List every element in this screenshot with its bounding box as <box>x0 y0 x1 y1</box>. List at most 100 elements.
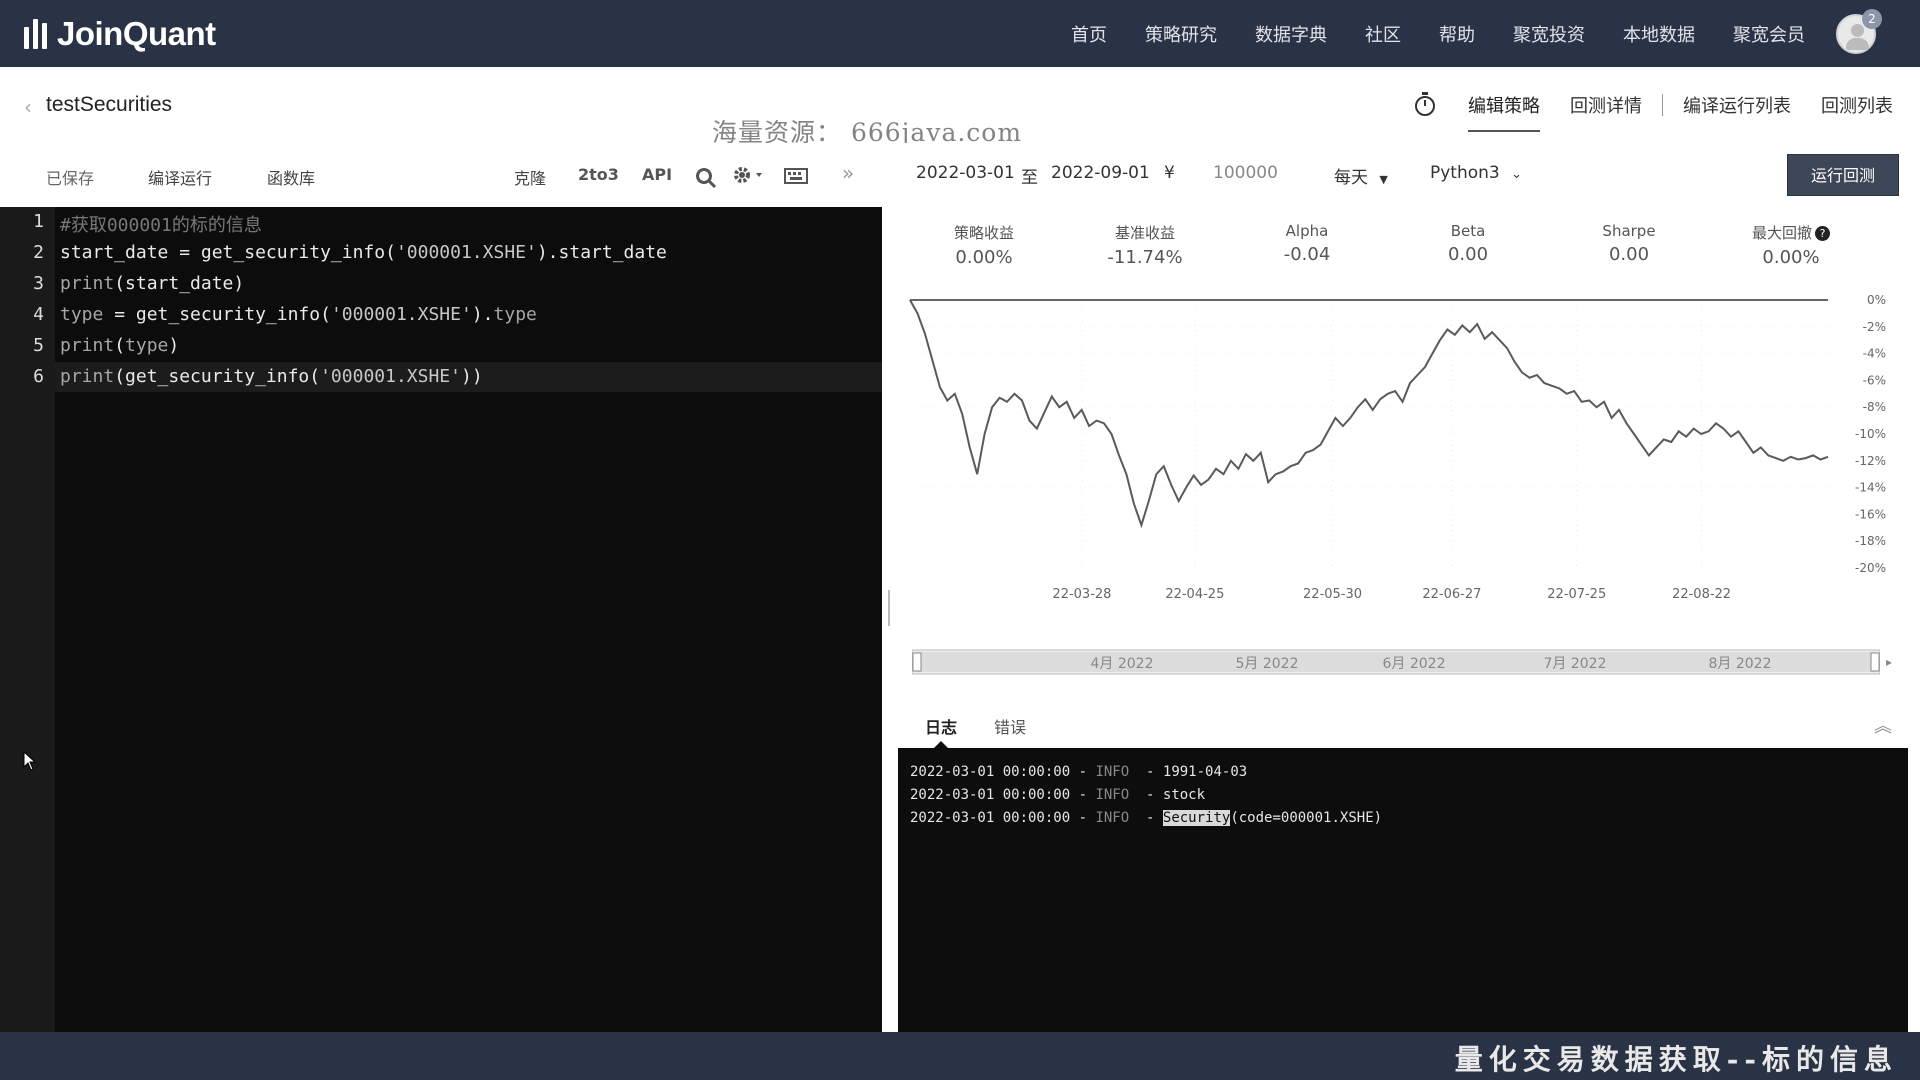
code-token: )) <box>460 366 483 387</box>
code-line-1[interactable]: #获取000001的标的信息 <box>60 211 262 237</box>
nav-strategy-research[interactable]: 策略研究 <box>1145 21 1217 47</box>
tab-log[interactable]: 日志 <box>925 714 957 738</box>
run-backtest-button[interactable]: 运行回测 <box>1787 154 1899 196</box>
chart-resize-handle[interactable] <box>888 590 890 626</box>
range-handle-right[interactable] <box>1870 652 1880 672</box>
log-message: (code=000001.XSHE) <box>1230 810 1383 826</box>
saved-status: 已保存 <box>46 169 95 188</box>
slider-month-label: 6月 2022 <box>1383 656 1446 672</box>
code-line-2[interactable]: start_date = get_security_info('000001.X… <box>60 242 667 263</box>
frequency-select[interactable]: 每天 ▼ <box>1334 163 1388 188</box>
joinquant-logo[interactable]: JoinQuant <box>24 14 216 54</box>
code-editor[interactable]: 1 2 3 4 5 6 #获取000001的标的信息 start_date = … <box>0 207 882 1032</box>
stat-label: Beta <box>1450 222 1486 240</box>
code-token: ).start_date <box>536 242 667 263</box>
code-token: = get_security_info( <box>103 304 331 325</box>
stat-value: -11.74% <box>1107 247 1183 268</box>
end-date-field[interactable]: 2022-09-01 <box>1051 163 1150 183</box>
nav-joinquant-invest[interactable]: 聚宽投资 <box>1513 21 1585 47</box>
log-message: 1991-04-03 <box>1162 764 1248 780</box>
bottom-caption-bar: 量化交易数据获取--标的信息 <box>0 1032 1920 1080</box>
y-tick-label: -12% <box>1855 454 1886 468</box>
date-range-slider[interactable]: 4月 2022 5月 2022 6月 2022 7月 2022 8月 2022 <box>912 648 1880 678</box>
tab-backtest-list[interactable]: 回测列表 <box>1821 92 1893 118</box>
nav-membership[interactable]: 聚宽会员 <box>1733 21 1805 47</box>
brand-name: JoinQuant <box>57 15 216 52</box>
2to3-button[interactable]: 2to3 <box>578 165 619 184</box>
start-date-field[interactable]: 2022-03-01 <box>916 163 1015 183</box>
api-button[interactable]: API <box>642 165 672 184</box>
nav-home[interactable]: 首页 <box>1071 21 1107 47</box>
code-token: (get_security_info( <box>114 366 321 387</box>
python-version-value: Python3 <box>1430 163 1500 183</box>
code-line-3[interactable]: print(start_date) <box>60 273 244 294</box>
code-token: start_date = get_security_info( <box>60 242 396 263</box>
stat-label-text: 最大回撤 <box>1751 224 1812 242</box>
line-number: 4 <box>33 304 44 325</box>
log-level: INFO <box>1095 810 1130 826</box>
y-tick-label: -8% <box>1863 400 1886 414</box>
main-nav: 首页 策略研究 数据字典 社区 帮助 聚宽投资 本地数据 聚宽会员 <box>1071 0 1805 67</box>
caret-down-icon: ▼ <box>1379 173 1388 186</box>
capital-input[interactable]: 100000 <box>1213 163 1278 183</box>
stopwatch-icon[interactable] <box>1413 91 1437 117</box>
gear-icon[interactable] <box>732 165 764 187</box>
range-handle-left[interactable] <box>912 652 922 672</box>
question-circle-icon[interactable]: ? <box>1815 226 1830 241</box>
slider-scroll-arrow-icon[interactable]: ▸ <box>1886 655 1892 669</box>
function-library-button[interactable]: 函数库 <box>267 165 315 189</box>
backtest-return-chart[interactable]: 0% -2% -4% -6% -8% -10% -12% -14% -16% -18% -20% 2… <box>890 280 1920 620</box>
double-chevron-up-icon[interactable]: ︽ <box>1874 712 1892 738</box>
top-nav-bar: JoinQuant 首页 策略研究 数据字典 社区 帮助 聚宽投资 本地数据 聚… <box>0 0 1920 67</box>
compile-run-button[interactable]: 编译运行 <box>148 165 212 189</box>
log-separator: - <box>1129 810 1163 826</box>
clone-button[interactable]: 克隆 <box>514 165 546 189</box>
code-line-6[interactable]: print(get_security_info('000001.XSHE')) <box>60 366 483 387</box>
log-output-panel[interactable]: 2022-03-01 00:00:00 - INFO - 1991-04-03 … <box>898 748 1908 1032</box>
x-tick-label: 22-04-25 <box>1165 587 1224 602</box>
tab-edit-strategy[interactable]: 编辑策略 <box>1468 92 1540 132</box>
active-tab-indicator <box>934 741 948 748</box>
tab-error[interactable]: 错误 <box>994 714 1026 738</box>
code-line-4[interactable]: type = get_security_info('000001.XSHE').… <box>60 304 537 325</box>
x-tick-label: 22-05-30 <box>1303 587 1362 602</box>
log-line: 2022-03-01 00:00:00 - INFO - 1991-04-03 <box>910 764 1247 780</box>
y-tick-label: -18% <box>1855 534 1886 548</box>
y-tick-label: -6% <box>1863 373 1886 387</box>
tab-compile-run-list[interactable]: 编译运行列表 <box>1683 92 1791 118</box>
stat-label: 基准收益 <box>1114 224 1175 242</box>
stat-value: 0.00 <box>1447 244 1489 265</box>
collapse-panel-icon[interactable]: » <box>842 161 854 185</box>
stat-value: -0.04 <box>1283 244 1331 265</box>
code-string: '000001.XSHE' <box>395 242 537 263</box>
stat-sharpe: Sharpe 0.00 <box>1569 222 1689 265</box>
log-timestamp: 2022-03-01 00:00:00 <box>910 810 1071 826</box>
y-tick-label: -14% <box>1855 481 1886 495</box>
nav-data-dictionary[interactable]: 数据字典 <box>1255 21 1327 47</box>
keyboard-icon[interactable] <box>784 168 808 184</box>
chevron-left-icon[interactable]: ‹ <box>24 95 32 119</box>
frequency-value: 每天 <box>1334 168 1368 188</box>
code-line-5[interactable]: print(type) <box>60 335 179 356</box>
nav-help[interactable]: 帮助 <box>1439 21 1475 47</box>
tab-backtest-detail[interactable]: 回测详情 <box>1570 92 1642 118</box>
nav-local-data[interactable]: 本地数据 <box>1623 21 1695 47</box>
code-keyword: print <box>60 366 115 387</box>
x-axis-ticks: 22-03-28 22-04-25 22-05-30 22-06-27 22-07-25… <box>1052 587 1731 602</box>
search-icon[interactable] <box>695 167 717 189</box>
log-separator: - <box>1129 787 1163 803</box>
nav-community[interactable]: 社区 <box>1365 21 1401 47</box>
python-version-select[interactable]: Python3 ⌄ <box>1430 163 1522 183</box>
notification-badge[interactable]: 2 <box>1862 9 1882 29</box>
log-separator: - <box>1070 810 1096 826</box>
strategy-title[interactable]: testSecurities <box>46 93 172 117</box>
stat-alpha: Alpha -0.04 <box>1247 222 1367 265</box>
stat-label: 最大回撤? <box>1731 222 1851 243</box>
log-level: INFO <box>1095 764 1130 780</box>
slider-month-label: 5月 2022 <box>1236 656 1299 672</box>
line-number: 5 <box>33 335 44 356</box>
log-selected-text: Security <box>1162 810 1231 826</box>
log-separator: - <box>1129 764 1163 780</box>
code-keyword: print <box>60 273 115 294</box>
x-tick-label: 22-07-25 <box>1547 587 1606 602</box>
